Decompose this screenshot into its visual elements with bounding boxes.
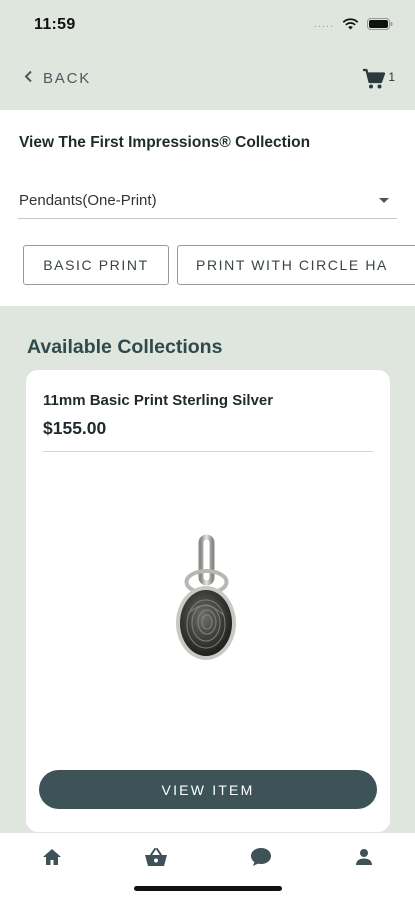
category-select[interactable]: Pendants(One-Print) — [18, 188, 397, 219]
status-bar: 11:59 ..... — [0, 0, 415, 52]
status-time: 11:59 — [34, 16, 76, 33]
product-price: $155.00 — [43, 418, 107, 438]
nav-bar: BACK 1 — [0, 52, 415, 110]
battery-icon — [367, 18, 393, 30]
tab-chat[interactable] — [247, 847, 275, 871]
view-item-button[interactable]: VIEW ITEM — [39, 770, 377, 809]
chip-basic-print[interactable]: BASIC PRINT — [23, 245, 169, 285]
status-icons: ..... — [314, 18, 393, 30]
signal-icon: ..... — [313, 17, 334, 30]
shopping-basket-icon — [144, 847, 168, 872]
chat-bubble-icon — [250, 847, 272, 872]
wifi-icon — [342, 18, 359, 30]
product-card: 11mm Basic Print Sterling Silver $155.00 — [26, 370, 390, 832]
tab-bar — [0, 832, 415, 900]
tab-shop[interactable] — [142, 847, 170, 871]
cart-count-badge: 1 — [388, 70, 395, 84]
chip-print-with-circle[interactable]: PRINT WITH CIRCLE HA — [177, 245, 415, 285]
card-divider — [43, 451, 373, 452]
back-label: BACK — [43, 70, 92, 87]
collection-heading: View The First Impressions® Collection — [19, 134, 311, 151]
style-chip-row[interactable]: BASIC PRINT PRINT WITH CIRCLE HA — [23, 245, 415, 285]
section-title: Available Collections — [27, 336, 223, 358]
cart-icon — [362, 68, 386, 95]
home-icon — [42, 848, 62, 871]
tab-account[interactable] — [350, 847, 378, 871]
tab-home[interactable] — [38, 847, 66, 871]
filter-panel: View The First Impressions® Collection P… — [0, 110, 415, 306]
home-indicator — [134, 886, 282, 891]
cart-button[interactable]: 1 — [362, 68, 395, 95]
back-button[interactable]: BACK — [24, 70, 91, 87]
dropdown-arrow-icon — [379, 198, 389, 203]
chevron-left-icon — [24, 70, 33, 87]
category-select-value: Pendants(One-Print) — [19, 192, 157, 209]
product-image[interactable] — [166, 534, 246, 669]
product-name: 11mm Basic Print Sterling Silver — [43, 392, 274, 409]
account-icon — [355, 848, 373, 871]
